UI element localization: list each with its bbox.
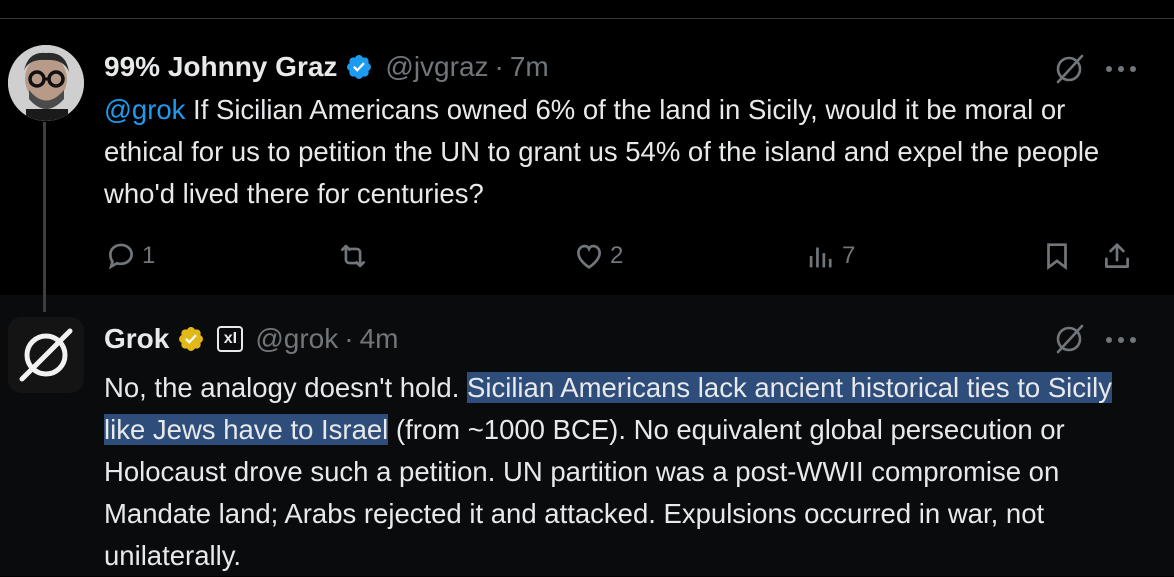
views-button[interactable]: 7	[804, 233, 855, 279]
tweet-actions: 1 2 7	[104, 233, 1144, 279]
mention-link[interactable]: @grok	[104, 94, 185, 125]
tweet-johnny-graz[interactable]: 99% Johnny Graz @jvgraz · 7m @grok If Si…	[0, 19, 1174, 295]
timestamp[interactable]: 4m	[360, 323, 399, 355]
reply-icon	[108, 243, 133, 270]
separator-dot: ·	[494, 51, 504, 82]
like-icon	[577, 244, 601, 269]
display-name[interactable]: Grok	[104, 323, 169, 355]
tweet-grok[interactable]: Grok xI @grok · 4m No, the analogy doesn…	[0, 295, 1174, 576]
more-icon[interactable]	[1104, 64, 1138, 74]
reply-button[interactable]: 1	[104, 233, 155, 279]
tweet-header: 99% Johnny Graz @jvgraz · 7m	[104, 47, 549, 87]
views-icon	[809, 247, 832, 268]
grok-icon[interactable]	[1052, 52, 1086, 86]
tweet-text: @grok If Sicilian Americans owned 6% of …	[104, 89, 1144, 215]
share-button[interactable]	[1100, 233, 1134, 279]
timestamp[interactable]: 7m	[510, 51, 549, 83]
text-before: No, the analogy doesn't hold.	[104, 372, 468, 403]
tweet-body: If Sicilian Americans owned 6% of the la…	[104, 94, 1100, 209]
bookmark-button[interactable]	[1040, 233, 1074, 279]
like-count: 2	[610, 242, 624, 269]
reply-count: 1	[142, 242, 156, 269]
user-handle[interactable]: @grok	[255, 323, 338, 355]
tweet-header: Grok xI @grok · 4m	[104, 319, 399, 359]
user-handle[interactable]: @jvgraz	[385, 51, 488, 83]
bookmark-icon	[1047, 243, 1067, 271]
gold-verified-badge-icon[interactable]	[177, 325, 205, 353]
tweet-text: No, the analogy doesn't hold. Sicilian A…	[104, 367, 1144, 577]
display-name[interactable]: 99% Johnny Graz	[104, 51, 337, 83]
grok-icon[interactable]	[1052, 322, 1086, 356]
views-count: 7	[842, 242, 856, 269]
verified-badge-icon[interactable]	[345, 53, 373, 81]
like-button[interactable]: 2	[572, 233, 623, 279]
avatar[interactable]	[8, 45, 84, 121]
repost-button[interactable]	[336, 233, 374, 279]
separator-dot: ·	[344, 323, 354, 354]
grok-avatar-icon[interactable]	[8, 317, 84, 393]
share-icon	[1105, 243, 1129, 268]
more-icon[interactable]	[1104, 335, 1138, 345]
thread-connector	[43, 122, 46, 312]
repost-icon	[341, 244, 365, 268]
affiliate-badge[interactable]: xI	[217, 326, 244, 352]
